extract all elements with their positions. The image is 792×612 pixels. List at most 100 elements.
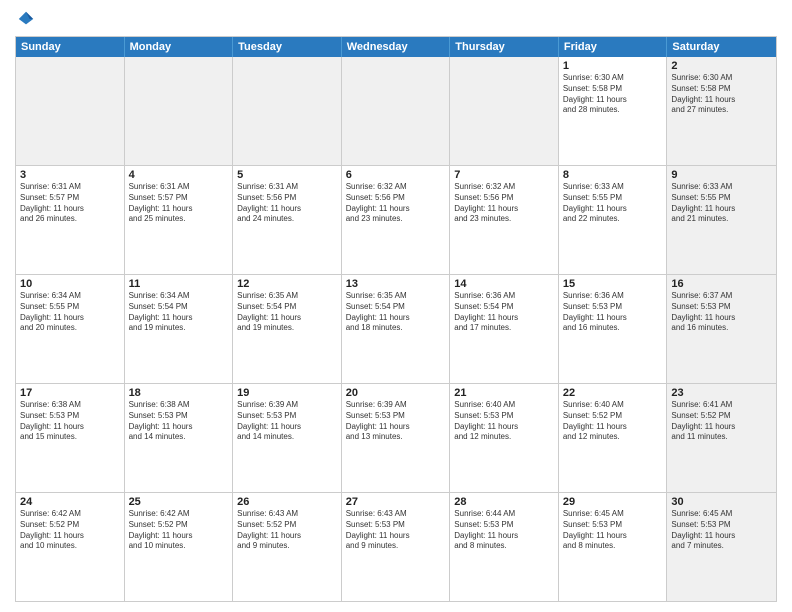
day-info: Sunrise: 6:31 AM Sunset: 5:57 PM Dayligh… xyxy=(129,182,229,225)
day-cell-6: 6Sunrise: 6:32 AM Sunset: 5:56 PM Daylig… xyxy=(342,166,451,274)
day-number: 1 xyxy=(563,60,663,72)
day-cell-16: 16Sunrise: 6:37 AM Sunset: 5:53 PM Dayli… xyxy=(667,275,776,383)
calendar-header: SundayMondayTuesdayWednesdayThursdayFrid… xyxy=(16,37,776,57)
day-number: 4 xyxy=(129,169,229,181)
day-cell-27: 27Sunrise: 6:43 AM Sunset: 5:53 PM Dayli… xyxy=(342,493,451,601)
day-number: 16 xyxy=(671,278,772,290)
day-cell-15: 15Sunrise: 6:36 AM Sunset: 5:53 PM Dayli… xyxy=(559,275,668,383)
day-number: 11 xyxy=(129,278,229,290)
day-number: 9 xyxy=(671,169,772,181)
day-info: Sunrise: 6:37 AM Sunset: 5:53 PM Dayligh… xyxy=(671,291,772,334)
header-day-tuesday: Tuesday xyxy=(233,37,342,57)
day-cell-25: 25Sunrise: 6:42 AM Sunset: 5:52 PM Dayli… xyxy=(125,493,234,601)
day-cell-1: 1Sunrise: 6:30 AM Sunset: 5:58 PM Daylig… xyxy=(559,57,668,165)
day-cell-9: 9Sunrise: 6:33 AM Sunset: 5:55 PM Daylig… xyxy=(667,166,776,274)
day-cell-29: 29Sunrise: 6:45 AM Sunset: 5:53 PM Dayli… xyxy=(559,493,668,601)
day-info: Sunrise: 6:33 AM Sunset: 5:55 PM Dayligh… xyxy=(563,182,663,225)
day-number: 13 xyxy=(346,278,446,290)
day-number: 18 xyxy=(129,387,229,399)
logo-icon xyxy=(17,10,35,28)
day-info: Sunrise: 6:35 AM Sunset: 5:54 PM Dayligh… xyxy=(346,291,446,334)
day-number: 28 xyxy=(454,496,554,508)
day-info: Sunrise: 6:30 AM Sunset: 5:58 PM Dayligh… xyxy=(671,73,772,116)
header-day-saturday: Saturday xyxy=(667,37,776,57)
day-info: Sunrise: 6:30 AM Sunset: 5:58 PM Dayligh… xyxy=(563,73,663,116)
day-number: 19 xyxy=(237,387,337,399)
day-info: Sunrise: 6:39 AM Sunset: 5:53 PM Dayligh… xyxy=(237,400,337,443)
day-cell-30: 30Sunrise: 6:45 AM Sunset: 5:53 PM Dayli… xyxy=(667,493,776,601)
day-info: Sunrise: 6:40 AM Sunset: 5:52 PM Dayligh… xyxy=(563,400,663,443)
day-number: 25 xyxy=(129,496,229,508)
day-info: Sunrise: 6:42 AM Sunset: 5:52 PM Dayligh… xyxy=(129,509,229,552)
day-number: 23 xyxy=(671,387,772,399)
day-info: Sunrise: 6:33 AM Sunset: 5:55 PM Dayligh… xyxy=(671,182,772,225)
day-cell-22: 22Sunrise: 6:40 AM Sunset: 5:52 PM Dayli… xyxy=(559,384,668,492)
calendar-row-1: 3Sunrise: 6:31 AM Sunset: 5:57 PM Daylig… xyxy=(16,166,776,275)
header xyxy=(15,10,777,28)
empty-cell-0-3 xyxy=(342,57,451,165)
header-day-thursday: Thursday xyxy=(450,37,559,57)
day-cell-7: 7Sunrise: 6:32 AM Sunset: 5:56 PM Daylig… xyxy=(450,166,559,274)
day-cell-11: 11Sunrise: 6:34 AM Sunset: 5:54 PM Dayli… xyxy=(125,275,234,383)
day-number: 6 xyxy=(346,169,446,181)
day-info: Sunrise: 6:41 AM Sunset: 5:52 PM Dayligh… xyxy=(671,400,772,443)
day-cell-4: 4Sunrise: 6:31 AM Sunset: 5:57 PM Daylig… xyxy=(125,166,234,274)
day-info: Sunrise: 6:44 AM Sunset: 5:53 PM Dayligh… xyxy=(454,509,554,552)
day-cell-10: 10Sunrise: 6:34 AM Sunset: 5:55 PM Dayli… xyxy=(16,275,125,383)
page: SundayMondayTuesdayWednesdayThursdayFrid… xyxy=(0,0,792,612)
day-info: Sunrise: 6:35 AM Sunset: 5:54 PM Dayligh… xyxy=(237,291,337,334)
day-number: 5 xyxy=(237,169,337,181)
day-info: Sunrise: 6:45 AM Sunset: 5:53 PM Dayligh… xyxy=(563,509,663,552)
day-info: Sunrise: 6:43 AM Sunset: 5:53 PM Dayligh… xyxy=(346,509,446,552)
day-info: Sunrise: 6:34 AM Sunset: 5:54 PM Dayligh… xyxy=(129,291,229,334)
day-info: Sunrise: 6:32 AM Sunset: 5:56 PM Dayligh… xyxy=(346,182,446,225)
day-number: 7 xyxy=(454,169,554,181)
day-info: Sunrise: 6:42 AM Sunset: 5:52 PM Dayligh… xyxy=(20,509,120,552)
day-number: 27 xyxy=(346,496,446,508)
empty-cell-0-1 xyxy=(125,57,234,165)
day-info: Sunrise: 6:43 AM Sunset: 5:52 PM Dayligh… xyxy=(237,509,337,552)
day-cell-26: 26Sunrise: 6:43 AM Sunset: 5:52 PM Dayli… xyxy=(233,493,342,601)
day-cell-20: 20Sunrise: 6:39 AM Sunset: 5:53 PM Dayli… xyxy=(342,384,451,492)
day-cell-5: 5Sunrise: 6:31 AM Sunset: 5:56 PM Daylig… xyxy=(233,166,342,274)
day-cell-8: 8Sunrise: 6:33 AM Sunset: 5:55 PM Daylig… xyxy=(559,166,668,274)
day-cell-21: 21Sunrise: 6:40 AM Sunset: 5:53 PM Dayli… xyxy=(450,384,559,492)
calendar-body: 1Sunrise: 6:30 AM Sunset: 5:58 PM Daylig… xyxy=(16,57,776,601)
day-cell-18: 18Sunrise: 6:38 AM Sunset: 5:53 PM Dayli… xyxy=(125,384,234,492)
calendar-row-2: 10Sunrise: 6:34 AM Sunset: 5:55 PM Dayli… xyxy=(16,275,776,384)
day-cell-24: 24Sunrise: 6:42 AM Sunset: 5:52 PM Dayli… xyxy=(16,493,125,601)
day-info: Sunrise: 6:31 AM Sunset: 5:57 PM Dayligh… xyxy=(20,182,120,225)
empty-cell-0-0 xyxy=(16,57,125,165)
day-info: Sunrise: 6:38 AM Sunset: 5:53 PM Dayligh… xyxy=(129,400,229,443)
day-number: 30 xyxy=(671,496,772,508)
empty-cell-0-2 xyxy=(233,57,342,165)
day-cell-2: 2Sunrise: 6:30 AM Sunset: 5:58 PM Daylig… xyxy=(667,57,776,165)
day-number: 2 xyxy=(671,60,772,72)
day-cell-17: 17Sunrise: 6:38 AM Sunset: 5:53 PM Dayli… xyxy=(16,384,125,492)
day-number: 24 xyxy=(20,496,120,508)
header-day-monday: Monday xyxy=(125,37,234,57)
calendar-row-0: 1Sunrise: 6:30 AM Sunset: 5:58 PM Daylig… xyxy=(16,57,776,166)
day-number: 15 xyxy=(563,278,663,290)
header-day-friday: Friday xyxy=(559,37,668,57)
empty-cell-0-4 xyxy=(450,57,559,165)
day-info: Sunrise: 6:39 AM Sunset: 5:53 PM Dayligh… xyxy=(346,400,446,443)
day-number: 17 xyxy=(20,387,120,399)
day-number: 12 xyxy=(237,278,337,290)
day-number: 20 xyxy=(346,387,446,399)
calendar-row-3: 17Sunrise: 6:38 AM Sunset: 5:53 PM Dayli… xyxy=(16,384,776,493)
day-cell-19: 19Sunrise: 6:39 AM Sunset: 5:53 PM Dayli… xyxy=(233,384,342,492)
day-number: 8 xyxy=(563,169,663,181)
day-cell-12: 12Sunrise: 6:35 AM Sunset: 5:54 PM Dayli… xyxy=(233,275,342,383)
header-day-wednesday: Wednesday xyxy=(342,37,451,57)
day-info: Sunrise: 6:38 AM Sunset: 5:53 PM Dayligh… xyxy=(20,400,120,443)
day-number: 3 xyxy=(20,169,120,181)
day-cell-13: 13Sunrise: 6:35 AM Sunset: 5:54 PM Dayli… xyxy=(342,275,451,383)
day-cell-23: 23Sunrise: 6:41 AM Sunset: 5:52 PM Dayli… xyxy=(667,384,776,492)
day-info: Sunrise: 6:31 AM Sunset: 5:56 PM Dayligh… xyxy=(237,182,337,225)
day-info: Sunrise: 6:36 AM Sunset: 5:54 PM Dayligh… xyxy=(454,291,554,334)
day-cell-28: 28Sunrise: 6:44 AM Sunset: 5:53 PM Dayli… xyxy=(450,493,559,601)
day-info: Sunrise: 6:34 AM Sunset: 5:55 PM Dayligh… xyxy=(20,291,120,334)
day-number: 14 xyxy=(454,278,554,290)
day-cell-3: 3Sunrise: 6:31 AM Sunset: 5:57 PM Daylig… xyxy=(16,166,125,274)
